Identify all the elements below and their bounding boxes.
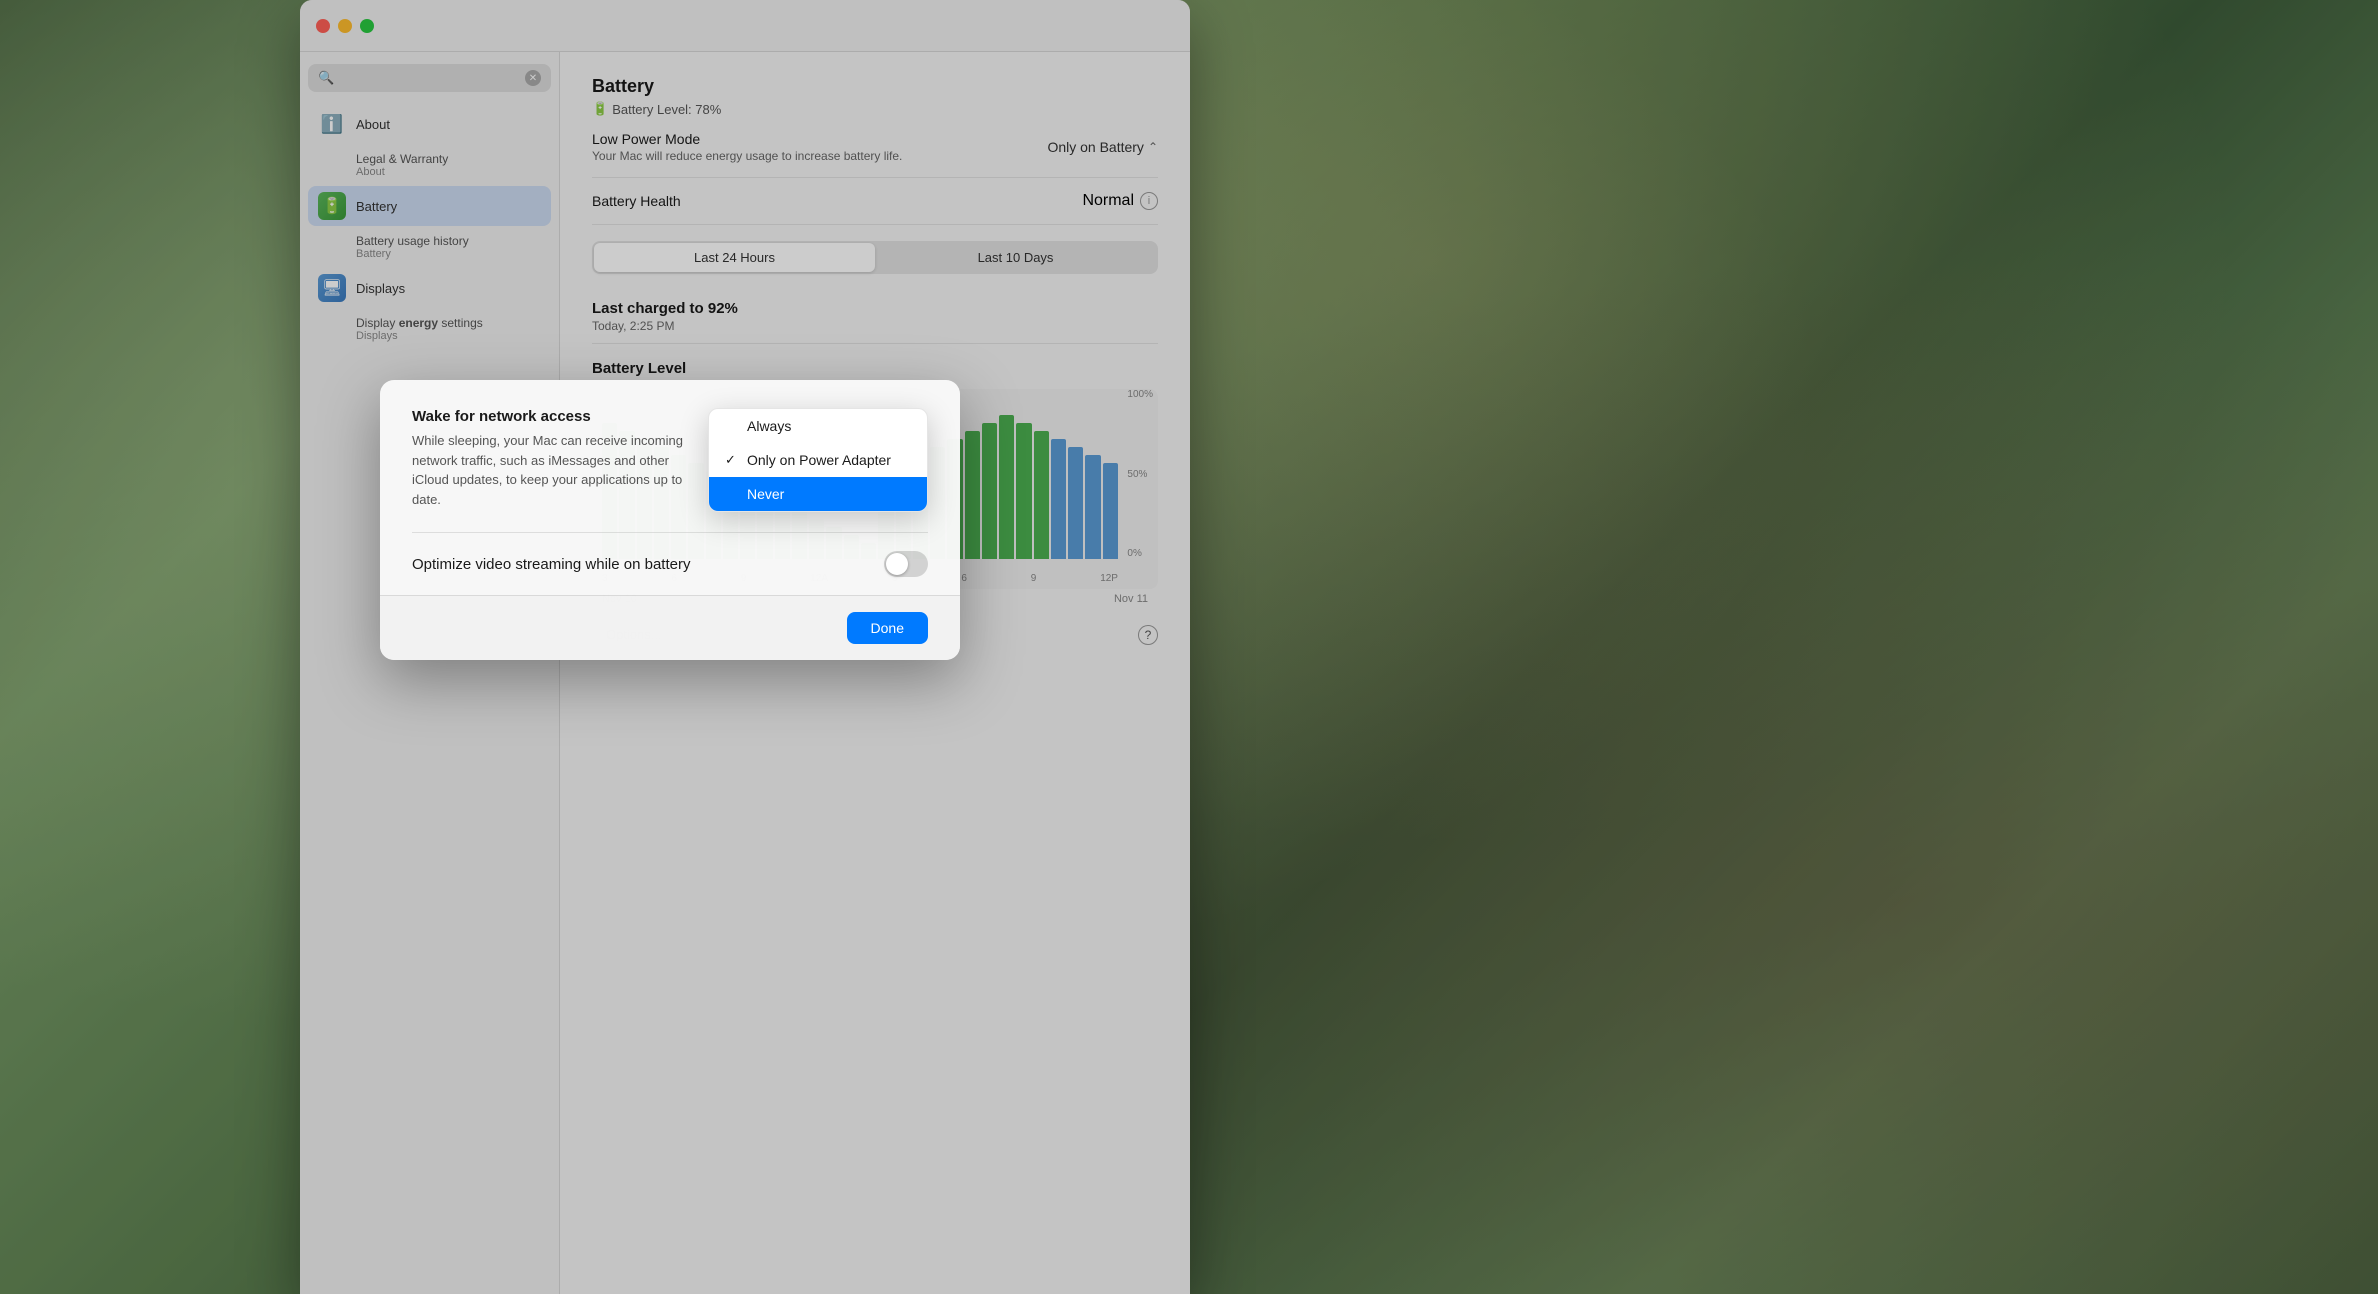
optimize-video-row: Optimize video streaming while on batter… — [412, 533, 928, 595]
power-adapter-label: Only on Power Adapter — [747, 452, 891, 468]
optimize-video-label: Optimize video streaming while on batter… — [412, 556, 690, 573]
modal-text: Wake for network access While sleeping, … — [412, 408, 688, 509]
modal-footer: Done — [380, 595, 960, 660]
dropdown-item-always[interactable]: Always — [709, 409, 927, 443]
dropdown-item-power-adapter[interactable]: ✓ Only on Power Adapter — [709, 443, 927, 477]
done-button[interactable]: Done — [847, 612, 928, 644]
toggle-thumb — [886, 553, 908, 575]
optimize-video-toggle[interactable] — [884, 551, 928, 577]
wake-network-modal: Wake for network access While sleeping, … — [380, 380, 960, 660]
wake-network-desc: While sleeping, your Mac can receive inc… — [412, 431, 688, 509]
wake-network-title: Wake for network access — [412, 408, 688, 425]
wake-network-row: Wake for network access While sleeping, … — [412, 408, 928, 533]
always-label: Always — [747, 418, 791, 434]
dropdown-menu: Always ✓ Only on Power Adapter Never — [708, 408, 928, 512]
dropdown-container: Always ✓ Only on Power Adapter Never — [708, 408, 928, 512]
always-checkmark — [725, 419, 739, 434]
never-label: Never — [747, 486, 784, 502]
modal-content-area: Wake for network access While sleeping, … — [380, 380, 960, 595]
never-checkmark — [725, 487, 739, 502]
dropdown-item-never[interactable]: Never — [709, 477, 927, 511]
modal-overlay: Wake for network access While sleeping, … — [0, 0, 2378, 1294]
power-adapter-checkmark: ✓ — [725, 452, 739, 468]
